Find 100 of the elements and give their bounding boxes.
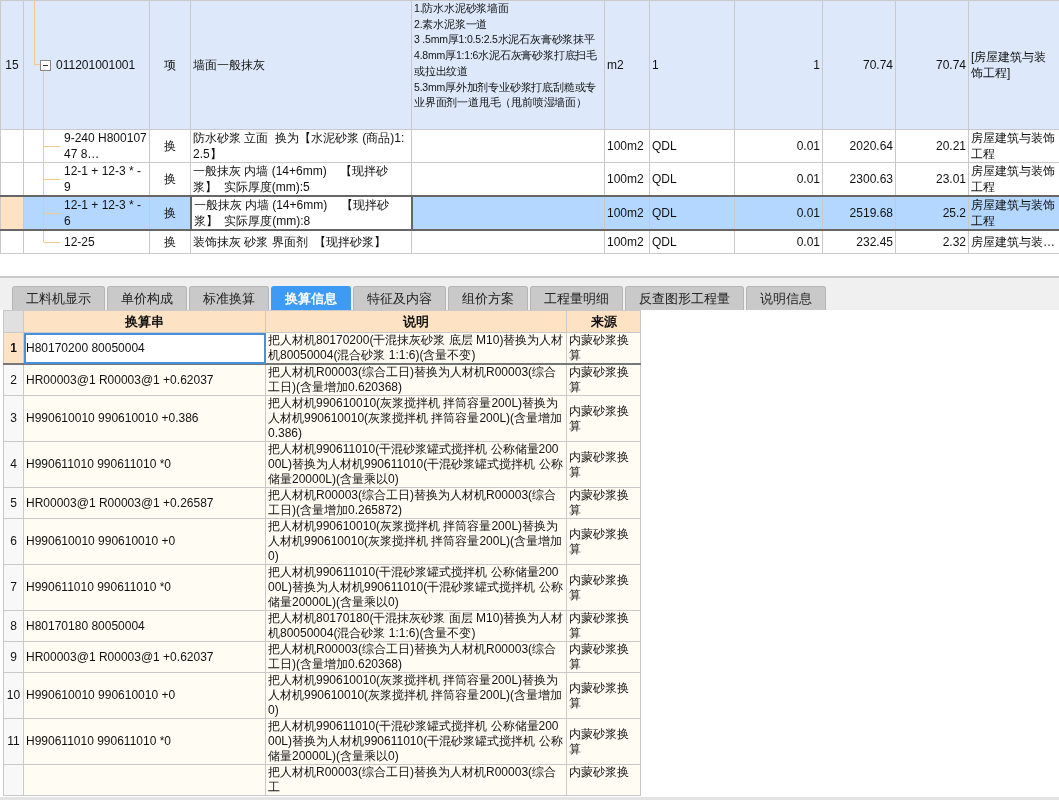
table-cell: 把人材机80170200(干混抹灰砂浆 底层 M10)替换为人材机80050004(混合砂浆 1:1:6)(含量不变) [268, 333, 564, 362]
table-cell: 100m2 [607, 206, 644, 220]
table-cell: 9-240 H80010747 8… [64, 130, 147, 162]
table-cell: H990610010 990610010 +0.386 [26, 411, 199, 425]
tab[interactable]: 特征及内容 [353, 286, 446, 310]
table-cell-text: 12-25 [64, 234, 96, 250]
tab[interactable]: 说明信息 [746, 286, 826, 310]
table-cell: 一般抹灰 内墙 (14+6mm) 【现拌砂浆】 实际厚度(mm):8 [193, 198, 389, 228]
tab[interactable]: 单价构成 [107, 286, 187, 310]
table-cell: 0.01 [796, 206, 820, 220]
table-cell: 把人材机R00003(综合工日)替换为人材机R00003(综合工日)(含量增加0.265872) [268, 488, 557, 517]
table-cell: 内蒙砂浆换算 [569, 526, 629, 556]
table-row[interactable]: 2 HR00003@1 R00003@1 +0.62037 把人材机R00003(综合工日)替换为人材机R00003(综合工日)(含量增加0.620368) 内蒙砂浆换算 [3, 364, 641, 396]
table-cell: 把人材机R00003(综合工日)替换为人材机R00003(综合工 [268, 765, 557, 794]
table-cell: 内蒙砂浆换算 [569, 726, 629, 756]
table-cell: H990611010 990611010 *0 [26, 734, 172, 748]
table-cell: QDL [652, 206, 677, 220]
row-number: 8 [10, 618, 17, 633]
table-row[interactable]: 8 H80170180 80050004 把人材机80170180(干混抹灰砂浆 面层 M10)替换为人材机80050004(混合砂浆 1:1:6)(含量不变) 内蒙砂浆换算 [3, 610, 641, 642]
table-cell: 0.01 [796, 235, 820, 249]
table-row[interactable]: 9 HR00003@1 R00003@1 +0.62037 把人材机R00003(综合工日)替换为人材机R00003(综合工日)(含量增加0.620368) 内蒙砂浆换算 [3, 641, 641, 673]
table-cell: 内蒙砂浆换算 [569, 403, 629, 433]
table-cell: 换 [163, 206, 176, 220]
table-cell: 2519.68 [849, 206, 893, 220]
table-cell: 墙面一般抹灰 [193, 58, 265, 72]
tab[interactable]: 组价方案 [448, 286, 528, 310]
table-cell: 房屋建筑与装… [971, 235, 1055, 249]
table-cell: 内蒙砂浆换算 [569, 611, 629, 640]
table-cell: 1.防水水泥砂浆墙面 2.素水泥浆一道 3 .5mm厚1:0.5:2.5水泥石灰膏砂浆抹平 4.8mm厚1:1:6水泥石灰膏砂浆打底扫毛或拉出纹道 5.3mm厚外加剂专业砂浆打底刮糙或专业界面剂一道甩毛（甩前喷湿墙面） [414, 2, 598, 109]
table-cell: 防水砂浆 立面 换为【水泥砂浆 (商品)1:2.5】 [193, 131, 405, 161]
table-cell: H990611010 990611010 *0 [26, 457, 172, 471]
table-cell: HR00003@1 R00003@1 +0.62037 [26, 372, 214, 387]
table-cell-text: 12-1 + 12-3 * -9 [64, 163, 143, 195]
column-header: 说明 [403, 313, 429, 329]
table-cell: [房屋建筑与装饰工程] [971, 50, 1047, 80]
table-cell: 100m2 [607, 235, 644, 249]
table-cell: QDL [652, 172, 677, 186]
table-cell: m2 [607, 58, 624, 72]
tab[interactable]: 标准换算 [189, 286, 269, 310]
table-cell: 70.74 [935, 58, 966, 72]
table-cell: 换 [164, 172, 176, 186]
table-cell: 100m2 [607, 172, 644, 186]
table-cell-text: 12-1 + 12-3 * -6 [64, 197, 143, 229]
table-cell: 项 [164, 58, 176, 72]
table-cell: 0.01 [796, 139, 820, 153]
collapse-icon[interactable] [40, 59, 51, 71]
table-cell: 把人材机990610010(灰浆搅拌机 拌筒容量200L)替换为人材机990610010(灰浆搅拌机 拌筒容量200L)(含量增加0.386) [268, 396, 563, 440]
tab[interactable]: 工料机显示 [12, 286, 105, 310]
table-cell: 换 [164, 235, 176, 249]
column-header: 换算串 [125, 313, 164, 329]
table-cell: QDL [652, 139, 677, 153]
row-number: 3 [10, 411, 17, 425]
row-number: 6 [10, 534, 17, 548]
table-cell: H990610010 990610010 +0 [26, 688, 176, 702]
table-cell: 一般抹灰 内墙 (14+6mm) 【现拌砂浆】 实际厚度(mm):5 [193, 164, 389, 194]
table-cell: 内蒙砂浆换算 [569, 365, 629, 394]
table-row[interactable]: 12-25 换 装饰抹灰 砂浆 界面剂 【现拌砂浆】 100m2 QDL 0.01 232.45 2.32 房屋建筑与装… [0, 230, 1059, 254]
row-number: 10 [6, 688, 21, 702]
table-cell: 把人材机990610010(灰浆搅拌机 拌筒容量200L)替换为人材机990610010(灰浆搅拌机 拌筒容量200L)(含量增加0) [268, 519, 563, 563]
table-cell: 内蒙砂浆换算 [569, 572, 629, 602]
table-cell: QDL [652, 235, 677, 249]
table-cell: 232.45 [856, 235, 893, 249]
table-cell: 把人材机990610010(灰浆搅拌机 拌筒容量200L)替换为人材机990610010(灰浆搅拌机 拌筒容量200L)(含量增加0) [268, 673, 563, 717]
table-cell: 把人材机R00003(综合工日)替换为人材机R00003(综合工日)(含量增加0.620368) [268, 642, 557, 671]
table-cell: 2.32 [942, 235, 966, 249]
table-row[interactable]: 1 H80170200 80050004 把人材机80170200(干混抹灰砂浆 底层 M10)替换为人材机80050004(混合砂浆 1:1:6)(含量不变) 内蒙砂浆换算 [3, 332, 641, 364]
table-cell: 内蒙砂浆换 [569, 765, 629, 779]
table-row[interactable]: 把人材机R00003(综合工日)替换为人材机R00003(综合工 内蒙砂浆换 [3, 764, 641, 796]
row-number: 2 [10, 372, 17, 387]
row-number: 5 [10, 495, 17, 510]
table-cell: 25.2 [942, 206, 966, 220]
column-header: 来源 [590, 313, 617, 329]
table-cell: 23.01 [935, 172, 966, 186]
row-number: 7 [10, 580, 17, 594]
tab[interactable]: 反查图形工程量 [625, 286, 744, 310]
row-number: 9 [10, 649, 17, 664]
table-cell: 装饰抹灰 砂浆 界面剂 【现拌砂浆】 [193, 235, 387, 249]
table-cell: 把人材机990611010(干混砂浆罐式搅拌机 公称储量20000L)替换为人材机990611010(干混砂浆罐式搅拌机 公称储量20000L)(含量乘以0) [268, 719, 563, 763]
table-cell: 把人材机80170180(干混抹灰砂浆 面层 M10)替换为人材机80050004(混合砂浆 1:1:6)(含量不变) [268, 611, 564, 640]
row-number: 1 [10, 340, 17, 355]
table-cell: 20.21 [935, 139, 966, 153]
table-cell: 把人材机990611010(干混砂浆罐式搅拌机 公称储量20000L)替换为人材机990611010(干混砂浆罐式搅拌机 公称储量20000L)(含量乘以0) [268, 442, 563, 486]
table-cell: 2300.63 [849, 172, 893, 186]
table-cell: HR00003@1 R00003@1 +0.62037 [26, 649, 214, 664]
table-cell: 把人材机R00003(综合工日)替换为人材机R00003(综合工日)(含量增加0.620368) [268, 365, 557, 394]
table-cell: 70.74 [862, 58, 893, 72]
table-cell: H990610010 990610010 +0 [26, 534, 176, 548]
table-row[interactable]: 5 HR00003@1 R00003@1 +0.26587 把人材机R00003(综合工日)替换为人材机R00003(综合工日)(含量增加0.265872) 内蒙砂浆换算 [3, 487, 641, 519]
row-number: 4 [10, 457, 17, 471]
table-cell: H80170200 80050004 [26, 340, 145, 355]
tab[interactable]: 工程量明细 [530, 286, 623, 310]
table-cell: 内蒙砂浆换算 [569, 488, 629, 517]
table-cell: 把人材机990611010(干混砂浆罐式搅拌机 公称储量20000L)替换为人材机990611010(干混砂浆罐式搅拌机 公称储量20000L)(含量乘以0) [268, 565, 563, 609]
table-cell: 011201001001 [56, 57, 136, 73]
table-cell: 内蒙砂浆换算 [569, 642, 629, 671]
table-cell: 房屋建筑与装饰工程 [971, 131, 1055, 161]
table-cell: 1 [652, 58, 659, 72]
table-cell: 100m2 [607, 139, 644, 153]
table-cell: 换 [164, 139, 176, 153]
table-cell: 房屋建筑与装饰工程 [971, 198, 1055, 228]
